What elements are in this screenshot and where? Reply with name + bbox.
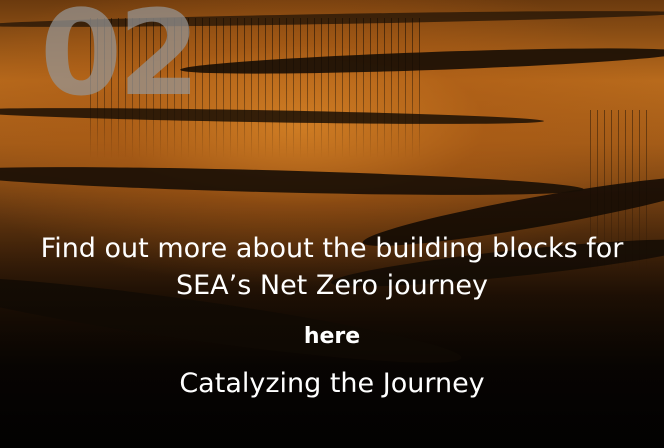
card-headline: Find out more about the building blocks … — [40, 233, 624, 301]
card-content: Find out more about the building blocks … — [0, 230, 664, 401]
card-subtitle: Catalyzing the Journey — [179, 368, 485, 399]
journey-card: 02 Find out more about the building bloc… — [0, 0, 664, 448]
here-link[interactable]: here — [304, 324, 360, 349]
section-number: 02 — [40, 0, 200, 122]
